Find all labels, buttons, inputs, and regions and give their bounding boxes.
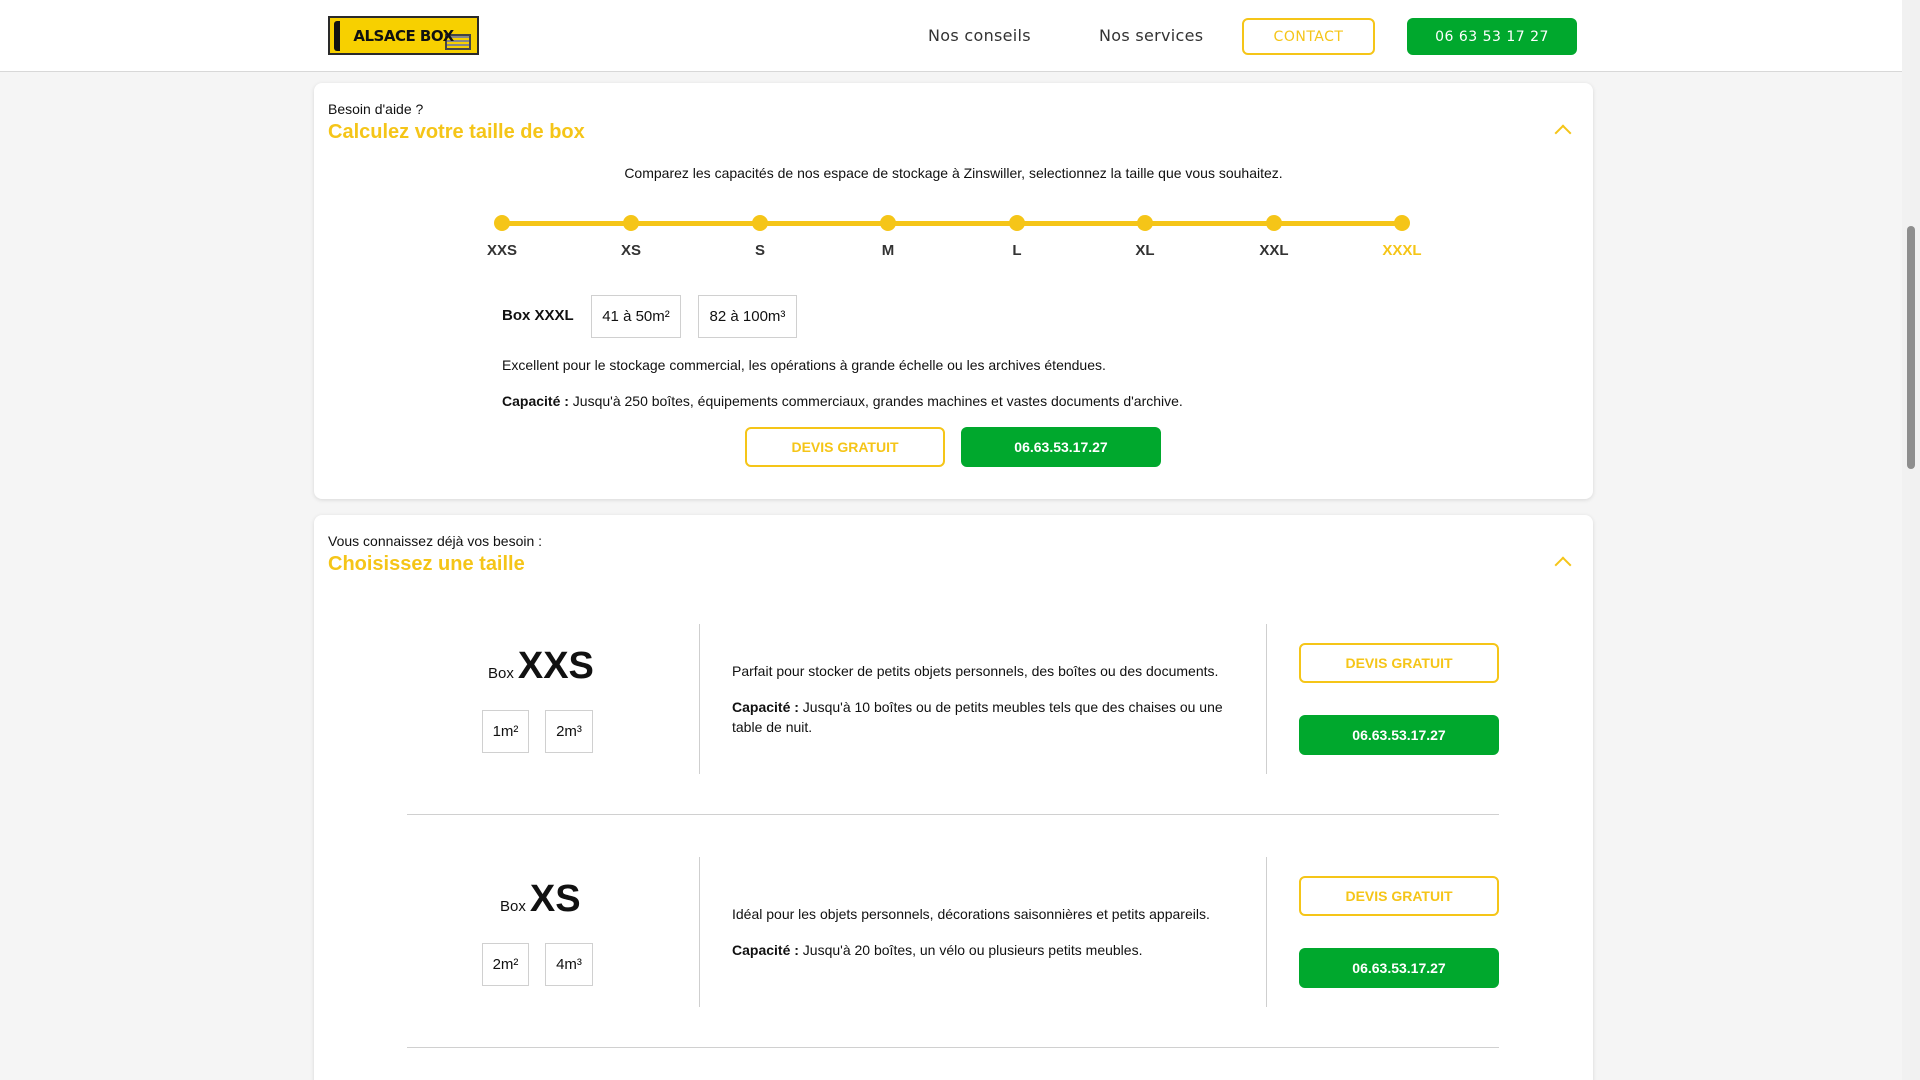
page-scrollbar[interactable]: [1902, 0, 1920, 1080]
selected-area-chip: 41 à 50m²: [591, 295, 681, 338]
box-xxs-phone-button[interactable]: 06.63.53.17.27: [1299, 715, 1499, 755]
calculator-intro: Comparez les capacités de nos espace de …: [624, 165, 1283, 181]
row-separator: [407, 814, 1499, 815]
selected-volume-chip: 82 à 100m³: [698, 295, 797, 338]
slider-stop-xxl[interactable]: [1266, 215, 1282, 231]
chevron-up-icon[interactable]: [1554, 556, 1572, 574]
size-calculator-card: Besoin d'aide ? Calculez votre taille de…: [314, 83, 1593, 499]
divider: [1266, 624, 1267, 774]
calculator-pretitle: Besoin d'aide ?: [328, 101, 424, 117]
size-label-xxxl[interactable]: XXXL: [1372, 242, 1432, 259]
size-label-xxl[interactable]: XXL: [1244, 242, 1304, 259]
size-label-xs[interactable]: XS: [601, 242, 661, 259]
selected-capacity: Capacité : Jusqu'à 250 boîtes, équipemen…: [502, 391, 1183, 411]
site-header: ALSACE BOX Nos conseils Nos services CON…: [0, 0, 1902, 72]
slider-stop-xxxl[interactable]: [1394, 215, 1410, 231]
size-label-xl[interactable]: XL: [1115, 242, 1175, 259]
divider: [699, 857, 700, 1007]
capacity-text: Jusqu'à 10 boîtes ou de petits meubles t…: [732, 699, 1223, 735]
slider-stop-xl[interactable]: [1137, 215, 1153, 231]
box-xs-description: Idéal pour les objets personnels, décora…: [732, 906, 1210, 922]
divider: [1266, 857, 1267, 1007]
slider-stop-m[interactable]: [880, 215, 896, 231]
box-xs-area-chip: 2m²: [482, 943, 529, 986]
size-label-xxs[interactable]: XXS: [472, 242, 532, 259]
choose-title: Choisissez une taille: [328, 553, 525, 575]
nav-nos-services[interactable]: Nos services: [1099, 26, 1203, 45]
size-label-l[interactable]: L: [987, 242, 1047, 259]
box-xxs-volume-chip: 2m³: [545, 710, 593, 753]
capacity-text: Jusqu'à 20 boîtes, un vélo ou plusieurs …: [798, 942, 1143, 958]
nav-nos-conseils[interactable]: Nos conseils: [928, 26, 1031, 45]
box-xxs-description: Parfait pour stocker de petits objets pe…: [732, 663, 1219, 679]
size-label-m[interactable]: M: [858, 242, 918, 259]
contact-button[interactable]: CONTACT: [1242, 18, 1375, 55]
selected-box-label: Box XXXL: [502, 307, 574, 324]
chevron-up-icon[interactable]: [1554, 124, 1572, 142]
box-xxs-title: Box XXS: [488, 645, 594, 688]
capacity-label: Capacité :: [502, 393, 569, 409]
box-size: XS: [529, 878, 581, 920]
row-separator: [407, 1047, 1499, 1048]
box-prefix: Box: [500, 898, 526, 915]
box-xxs-quote-button[interactable]: DEVIS GRATUIT: [1299, 643, 1499, 683]
alsace-box-logo[interactable]: ALSACE BOX: [328, 16, 479, 55]
scrollbar-thumb[interactable]: [1907, 226, 1915, 469]
capacity-text: Jusqu'à 250 boîtes, équipements commerci…: [568, 393, 1183, 409]
logo-text: ALSACE BOX: [353, 26, 454, 45]
calculator-title: Calculez votre taille de box: [328, 121, 585, 143]
calculator-quote-button[interactable]: DEVIS GRATUIT: [745, 427, 945, 467]
box-xs-volume-chip: 4m³: [545, 943, 593, 986]
box-xs-capacity: Capacité : Jusqu'à 20 boîtes, un vélo ou…: [732, 940, 1232, 960]
box-xs-phone-button[interactable]: 06.63.53.17.27: [1299, 948, 1499, 988]
box-size: XXS: [517, 645, 594, 687]
box-xs-title: Box XS: [500, 878, 581, 921]
header-phone-button[interactable]: 06 63 53 17 27: [1407, 18, 1577, 55]
slider-stop-xs[interactable]: [623, 215, 639, 231]
slider-stop-l[interactable]: [1009, 215, 1025, 231]
slider-stop-s[interactable]: [752, 215, 768, 231]
selected-description: Excellent pour le stockage commercial, l…: [502, 357, 1106, 373]
box-xs-quote-button[interactable]: DEVIS GRATUIT: [1299, 876, 1499, 916]
choose-size-card: Vous connaissez déjà vos besoin : Choisi…: [314, 515, 1593, 1080]
divider: [699, 624, 700, 774]
capacity-label: Capacité :: [732, 942, 799, 958]
logo-figure-icon: [334, 21, 348, 51]
box-xxs-area-chip: 1m²: [482, 710, 529, 753]
capacity-label: Capacité :: [732, 699, 799, 715]
box-xxs-capacity: Capacité : Jusqu'à 10 boîtes ou de petit…: [732, 697, 1232, 737]
calculator-phone-button[interactable]: 06.63.53.17.27: [961, 427, 1161, 467]
size-label-s[interactable]: S: [730, 242, 790, 259]
choose-pretitle: Vous connaissez déjà vos besoin :: [328, 533, 543, 549]
slider-stop-xxs[interactable]: [494, 215, 510, 231]
box-prefix: Box: [488, 665, 514, 682]
